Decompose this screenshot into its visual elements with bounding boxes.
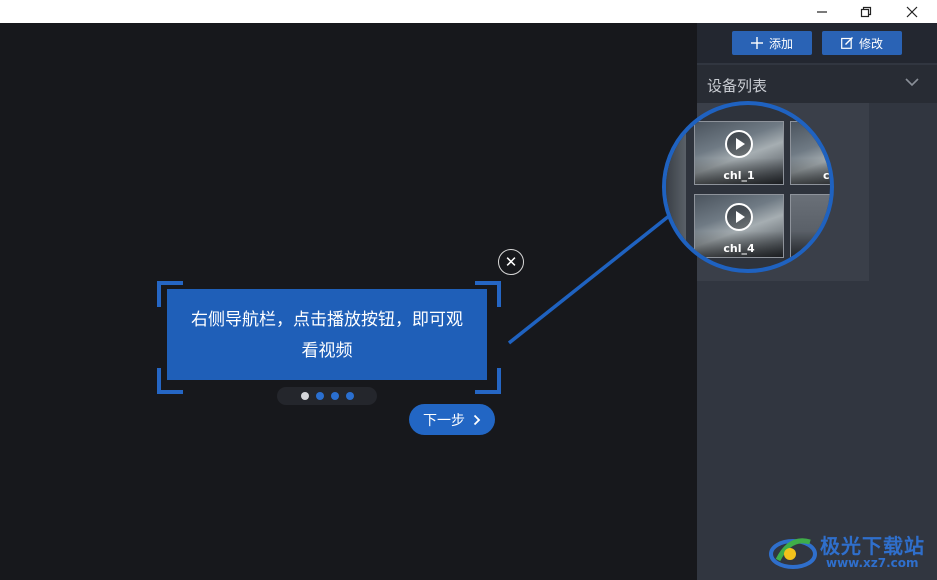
step-dot-active[interactable] — [300, 392, 309, 400]
device-list-header[interactable]: 设备列表 — [697, 65, 937, 103]
play-icon[interactable] — [725, 130, 753, 158]
close-icon: ✕ — [504, 253, 518, 271]
channel-thumbnail[interactable]: chl_1 — [694, 121, 784, 185]
chevron-right-icon — [473, 414, 481, 425]
add-device-button[interactable]: 添加 — [732, 31, 812, 55]
watermark: 极光下载站 www.xz7.com — [768, 528, 937, 576]
next-step-label: 下一步 — [423, 412, 465, 429]
close-window-button[interactable] — [889, 0, 935, 23]
add-device-label: 添加 — [768, 36, 793, 51]
step-dot[interactable] — [345, 392, 354, 400]
channel-label: chl_4 — [723, 242, 755, 255]
channel-thumbnail[interactable] — [790, 194, 830, 258]
restore-button[interactable] — [843, 0, 889, 23]
device-list-title: 设备列表 — [707, 77, 768, 95]
minimize-button[interactable] — [799, 0, 845, 23]
sidebar-toolbar: 添加 修改 — [697, 23, 937, 63]
guide-tip-box: 右侧导航栏，点击播放按钮，即可观看视频 — [167, 289, 487, 380]
restore-icon — [860, 6, 872, 17]
channel-thumbnail[interactable]: ch — [790, 121, 830, 185]
step-indicator — [277, 387, 377, 405]
close-guide-button[interactable]: ✕ — [498, 249, 524, 275]
channel-label: ch — [823, 169, 830, 182]
channel-label: chl_1 — [723, 169, 755, 182]
title-bar — [0, 0, 937, 23]
minimize-icon — [817, 10, 827, 13]
close-icon — [906, 6, 918, 17]
chevron-down-icon[interactable] — [905, 75, 919, 89]
play-icon[interactable] — [725, 203, 753, 231]
watermark-url: www.xz7.com — [826, 556, 919, 570]
edit-device-button[interactable]: 修改 — [822, 31, 902, 55]
next-step-button[interactable]: 下一步 — [409, 404, 495, 435]
watermark-logo-icon — [769, 538, 817, 569]
channel-thumbnail[interactable]: chl_4 — [694, 194, 784, 258]
watermark-name: 极光下载站 — [820, 534, 925, 558]
edit-device-label: 修改 — [858, 36, 883, 51]
step-dot[interactable] — [315, 392, 324, 400]
camera-preview — [791, 195, 830, 257]
channel-thumbnail-partial — [666, 121, 686, 259]
guide-tip-text: 右侧导航栏，点击播放按钮，即可观看视频 — [191, 310, 463, 361]
magnifier-circle: chl_1 ch chl_4 — [662, 101, 834, 273]
step-dot[interactable] — [330, 392, 339, 400]
plus-icon — [750, 37, 763, 49]
edit-icon — [841, 37, 853, 49]
